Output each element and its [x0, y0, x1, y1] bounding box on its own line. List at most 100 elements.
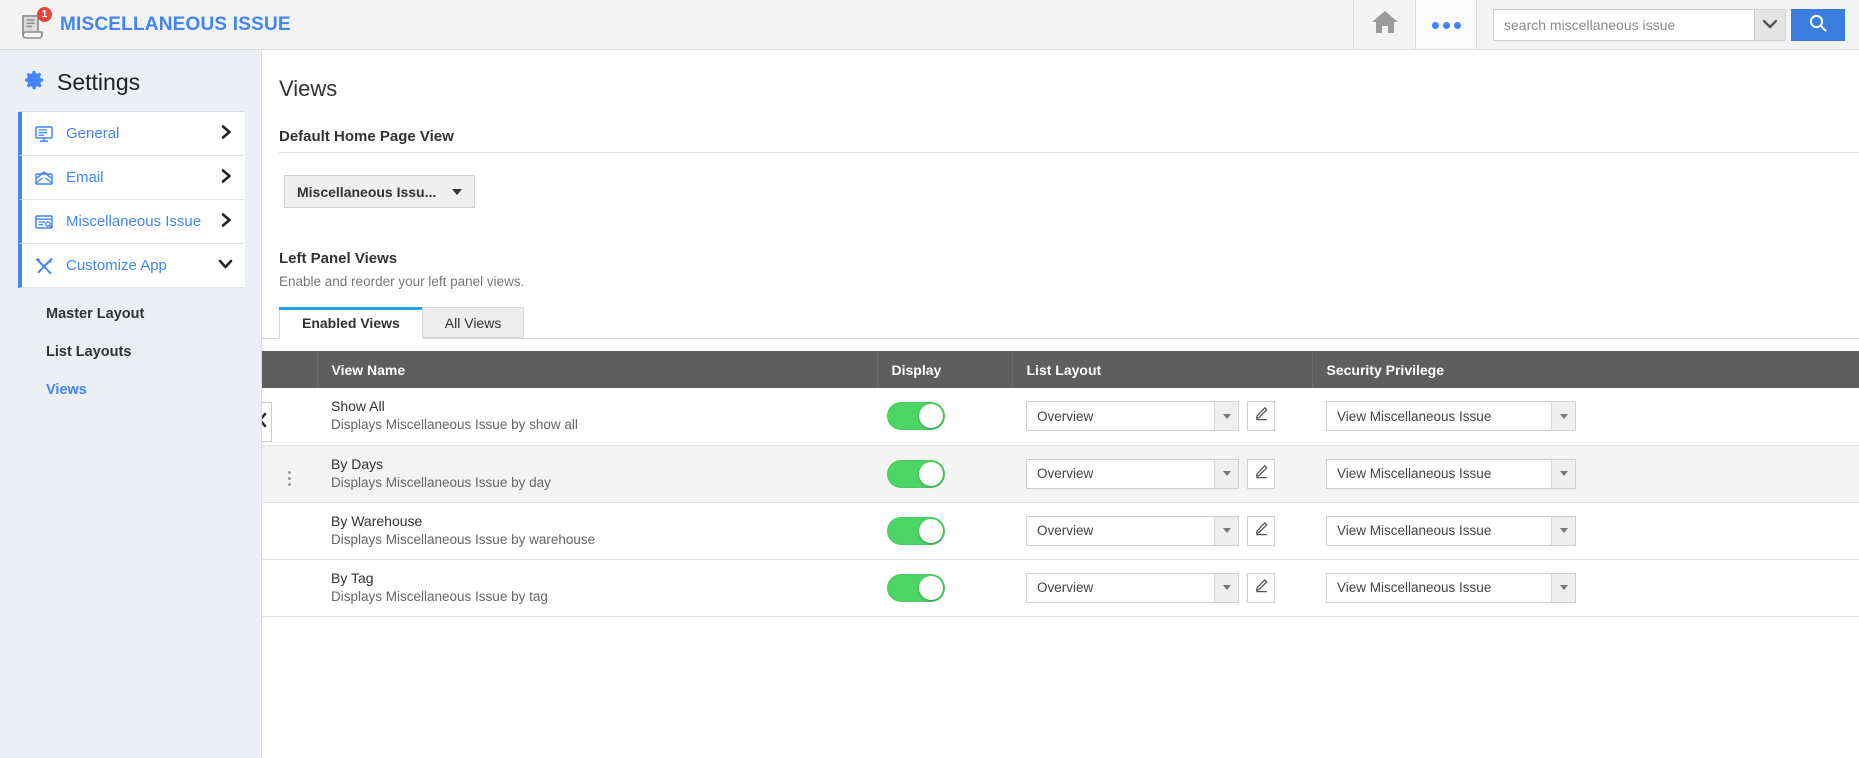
- sidebar-item-email[interactable]: Email: [18, 156, 245, 200]
- view-description: Displays Miscellaneous Issue by day: [331, 474, 551, 490]
- table-row: By Days Displays Miscellaneous Issue by …: [262, 445, 1859, 503]
- pencil-icon: [1254, 464, 1269, 484]
- customize-app-subnav: Master Layout List Layouts Views: [0, 288, 261, 398]
- chevron-down-icon: [1214, 459, 1238, 488]
- security-privilege-select[interactable]: View Miscellaneous Issue: [1326, 515, 1576, 546]
- row-drag-handle-cell: [262, 559, 317, 617]
- views-page-title: Views: [279, 76, 338, 101]
- monitor-icon: [34, 124, 60, 144]
- document-issue-icon: 1: [18, 6, 52, 40]
- security-privilege-cell: View Miscellaneous Issue: [1312, 502, 1859, 560]
- sidebar-subitem-master-layout[interactable]: Master Layout: [46, 306, 261, 322]
- sidebar-subitem-list-layouts[interactable]: List Layouts: [46, 344, 261, 360]
- sidebar-item-general[interactable]: General: [18, 112, 245, 156]
- tools-icon: [34, 256, 60, 276]
- view-description: Displays Miscellaneous Issue by show all: [331, 417, 578, 433]
- edit-list-layout-button[interactable]: [1247, 458, 1275, 489]
- security-privilege-cell: View Miscellaneous Issue: [1312, 559, 1859, 617]
- security-privilege-value: View Miscellaneous Issue: [1337, 523, 1492, 538]
- column-header-view-name: View Name: [317, 351, 878, 388]
- search-box: [1493, 8, 1786, 41]
- app-brand: 1 MISCELLANEOUS ISSUE: [0, 0, 1353, 49]
- chevron-down-icon: [1551, 516, 1575, 545]
- table-header-row: View Name Display List Layout Security P…: [262, 351, 1859, 388]
- chevron-down-icon: [1214, 573, 1238, 602]
- toggle-knob: [919, 518, 943, 543]
- view-description: Displays Miscellaneous Issue by tag: [331, 588, 548, 604]
- pencil-icon: [1254, 578, 1269, 598]
- chevron-right-icon: [220, 124, 233, 143]
- security-privilege-select[interactable]: View Miscellaneous Issue: [1326, 458, 1576, 489]
- edit-list-layout-button[interactable]: [1247, 515, 1275, 546]
- list-layout-value: Overview: [1037, 523, 1094, 538]
- list-layout-value: Overview: [1037, 466, 1094, 481]
- page-shell: Settings General Email Miscellaneous Iss…: [0, 50, 1859, 758]
- display-cell: [877, 559, 1012, 617]
- display-toggle[interactable]: [887, 459, 945, 488]
- list-layout-select[interactable]: Overview: [1026, 515, 1239, 546]
- search-scope-dropdown[interactable]: [1754, 9, 1785, 40]
- search-input[interactable]: [1494, 9, 1754, 40]
- content-area: Views Default Home Page View Miscellaneo…: [261, 50, 1859, 758]
- sidebar-item-miscellaneous-issue[interactable]: Miscellaneous Issue: [18, 200, 245, 244]
- sidebar-subitem-views[interactable]: Views: [46, 382, 261, 398]
- search-area: [1477, 0, 1859, 49]
- view-name-cell: By Warehouse Displays Miscellaneous Issu…: [317, 502, 877, 560]
- edit-list-layout-button[interactable]: [1247, 401, 1275, 432]
- toggle-knob: [919, 575, 943, 600]
- list-layout-cell: Overview: [1012, 559, 1312, 617]
- list-layout-value: Overview: [1037, 580, 1094, 595]
- default-home-page-view-label: Default Home Page View: [279, 128, 454, 145]
- list-layout-cell: Overview: [1012, 445, 1312, 503]
- home-button[interactable]: [1353, 0, 1415, 49]
- security-privilege-select[interactable]: View Miscellaneous Issue: [1326, 401, 1576, 432]
- view-name: By Days: [331, 455, 384, 472]
- left-panel-views-label: Left Panel Views: [279, 250, 398, 267]
- pencil-icon: [1254, 406, 1269, 426]
- list-layout-cell: Overview: [1012, 502, 1312, 560]
- column-header-list-layout: List Layout: [1012, 351, 1313, 388]
- settings-header: Settings: [0, 68, 261, 97]
- default-home-page-view-dropdown[interactable]: Miscellaneous Issu...: [284, 175, 476, 208]
- view-name-cell: Show All Displays Miscellaneous Issue by…: [317, 388, 877, 446]
- more-options-button[interactable]: [1415, 0, 1477, 49]
- list-layout-select[interactable]: Overview: [1026, 401, 1239, 432]
- security-privilege-cell: View Miscellaneous Issue: [1312, 445, 1859, 503]
- view-description: Displays Miscellaneous Issue by warehous…: [331, 531, 596, 547]
- views-tabs: Enabled Views All Views: [262, 307, 1859, 339]
- default-home-page-view-value: Miscellaneous Issu...: [297, 183, 437, 200]
- view-name: By Tag: [331, 569, 374, 586]
- display-cell: [877, 502, 1012, 560]
- envelope-icon: [34, 168, 60, 188]
- tab-all-views[interactable]: All Views: [421, 307, 525, 338]
- drag-handle-icon[interactable]: [288, 471, 291, 486]
- display-toggle[interactable]: [887, 573, 945, 602]
- edit-list-layout-button[interactable]: [1247, 572, 1275, 603]
- table-row: By Warehouse Displays Miscellaneous Issu…: [262, 502, 1859, 560]
- column-header-handle: [262, 351, 318, 388]
- pencil-icon: [1254, 521, 1269, 541]
- list-layout-value: Overview: [1037, 408, 1094, 424]
- sidebar-item-customize-app[interactable]: Customize App: [18, 244, 245, 288]
- sidebar-item-label: General: [66, 125, 120, 142]
- view-name-cell: By Days Displays Miscellaneous Issue by …: [317, 445, 877, 503]
- sidebar-collapse-handle[interactable]: [262, 402, 272, 442]
- security-privilege-select[interactable]: View Miscellaneous Issue: [1326, 572, 1576, 603]
- search-button[interactable]: [1791, 8, 1845, 41]
- list-layout-select[interactable]: Overview: [1026, 458, 1239, 489]
- row-drag-handle-cell[interactable]: [262, 445, 317, 503]
- chevron-down-icon: [1762, 16, 1778, 34]
- view-name: By Warehouse: [331, 512, 423, 529]
- column-header-display: Display: [877, 351, 1013, 388]
- table-row: Show All Displays Miscellaneous Issue by…: [262, 388, 1859, 446]
- list-layout-select[interactable]: Overview: [1026, 572, 1239, 603]
- display-toggle[interactable]: [887, 516, 945, 545]
- chevron-down-icon: [1551, 459, 1575, 488]
- display-toggle[interactable]: [887, 402, 945, 431]
- chevron-right-icon: [220, 168, 233, 187]
- sidebar-item-label: Customize App: [66, 257, 167, 274]
- security-privilege-value: View Miscellaneous Issue: [1337, 408, 1492, 424]
- top-bar: 1 MISCELLANEOUS ISSUE: [0, 0, 1859, 50]
- tab-enabled-views[interactable]: Enabled Views: [279, 307, 423, 339]
- section-divider: [279, 152, 1859, 153]
